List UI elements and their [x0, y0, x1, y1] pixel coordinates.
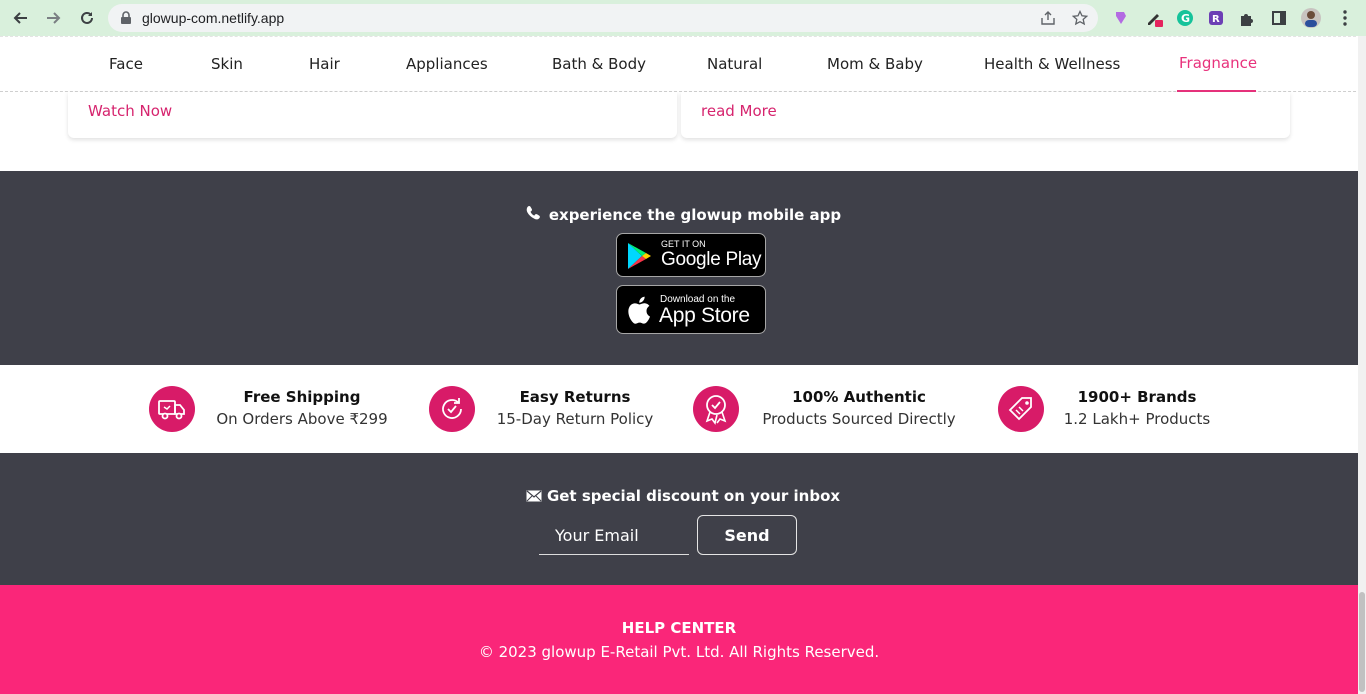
- scrollbar-thumb[interactable]: [1359, 592, 1365, 692]
- nav-item-hair[interactable]: Hair: [309, 55, 340, 73]
- app-section-title: experience the glowup mobile app: [0, 205, 1366, 225]
- watch-now-link[interactable]: Watch Now: [88, 102, 172, 120]
- feature-authentic: 100% Authentic Products Sourced Directly: [756, 388, 962, 428]
- forward-icon[interactable]: [42, 7, 64, 29]
- authentic-badge-icon: [693, 386, 739, 432]
- phone-icon: [525, 205, 541, 225]
- feature-brands: 1900+ Brands 1.2 Lakh+ Products: [1061, 388, 1213, 428]
- feature-free-shipping: Free Shipping On Orders Above ₹299: [212, 388, 392, 428]
- svg-text:R: R: [1212, 14, 1220, 25]
- reload-icon[interactable]: [76, 7, 98, 29]
- feature-subtitle: 1.2 Lakh+ Products: [1063, 410, 1211, 428]
- nav-item-mom-baby[interactable]: Mom & Baby: [827, 55, 923, 73]
- feature-subtitle: 15-Day Return Policy: [496, 410, 654, 428]
- nav-item-fragnance[interactable]: Fragnance: [1179, 54, 1257, 72]
- share-icon[interactable]: [1040, 10, 1056, 31]
- app-title-text: experience the glowup mobile app: [548, 206, 842, 224]
- nav-item-natural[interactable]: Natural: [707, 55, 762, 73]
- more-menu-icon[interactable]: [1334, 7, 1356, 29]
- apple-icon: [628, 296, 650, 324]
- google-play-big-text: Google Play: [661, 249, 762, 270]
- google-play-small-text: GET IT ON: [661, 239, 706, 249]
- app-store-big-text: App Store: [659, 304, 750, 327]
- category-nav: Face Skin Hair Appliances Bath & Body Na…: [0, 36, 1366, 92]
- star-icon[interactable]: [1071, 9, 1089, 31]
- nav-item-bath-body[interactable]: Bath & Body: [552, 55, 646, 73]
- envelope-icon: [526, 488, 542, 506]
- extension-palette-icon[interactable]: [1110, 7, 1132, 29]
- delivery-truck-icon: [149, 386, 195, 432]
- grammarly-icon[interactable]: G: [1174, 7, 1196, 29]
- send-button[interactable]: Send: [697, 515, 797, 555]
- url-text: glowup-com.netlify.app: [142, 10, 285, 26]
- profile-avatar[interactable]: [1300, 7, 1322, 29]
- browser-toolbar: glowup-com.netlify.app G R: [0, 0, 1366, 36]
- app-download-section: experience the glowup mobile app GET IT …: [0, 171, 1366, 365]
- svg-text:G: G: [1181, 12, 1190, 25]
- price-tag-icon: [998, 386, 1044, 432]
- lock-icon: [120, 11, 132, 30]
- side-panel-icon[interactable]: [1268, 7, 1290, 29]
- return-arrow-icon: [429, 386, 475, 432]
- footer: HELP CENTER © 2023 glowup E-Retail Pvt. …: [0, 585, 1366, 694]
- nav-item-skin[interactable]: Skin: [211, 55, 243, 73]
- features-strip: Free Shipping On Orders Above ₹299 Easy …: [0, 365, 1366, 453]
- feature-title: 100% Authentic: [792, 388, 926, 406]
- google-play-button[interactable]: GET IT ON Google Play: [616, 233, 766, 277]
- feature-subtitle: Products Sourced Directly: [762, 410, 956, 428]
- newsletter-title-text: Get special discount on your inbox: [546, 487, 841, 505]
- nav-item-health-wellness[interactable]: Health & Wellness: [984, 55, 1120, 73]
- feature-title: Free Shipping: [243, 388, 361, 406]
- back-icon[interactable]: [10, 7, 32, 29]
- newsletter-section: Get special discount on your inbox Send: [0, 453, 1366, 585]
- address-bar[interactable]: glowup-com.netlify.app: [108, 4, 1098, 32]
- email-input[interactable]: [539, 517, 689, 555]
- extension-pen-icon[interactable]: [1144, 7, 1166, 29]
- feature-title: Easy Returns: [519, 388, 631, 406]
- help-center-link[interactable]: HELP CENTER: [0, 619, 1358, 637]
- app-store-button[interactable]: Download on the App Store: [616, 285, 766, 334]
- google-play-icon: [628, 243, 651, 269]
- read-more-link[interactable]: read More: [701, 102, 777, 120]
- copyright-text: © 2023 glowup E-Retail Pvt. Ltd. All Rig…: [478, 643, 880, 661]
- feature-title: 1900+ Brands: [1077, 388, 1197, 406]
- feature-easy-returns: Easy Returns 15-Day Return Policy: [492, 388, 658, 428]
- newsletter-title: Get special discount on your inbox: [0, 487, 1366, 506]
- extensions-puzzle-icon[interactable]: [1236, 7, 1258, 29]
- extension-r-icon[interactable]: R: [1205, 7, 1227, 29]
- blog-card: read More: [681, 92, 1290, 138]
- nav-item-appliances[interactable]: Appliances: [406, 55, 488, 73]
- feature-subtitle: On Orders Above ₹299: [216, 410, 388, 428]
- nav-item-face[interactable]: Face: [109, 55, 143, 73]
- blog-card: Watch Now: [68, 92, 677, 138]
